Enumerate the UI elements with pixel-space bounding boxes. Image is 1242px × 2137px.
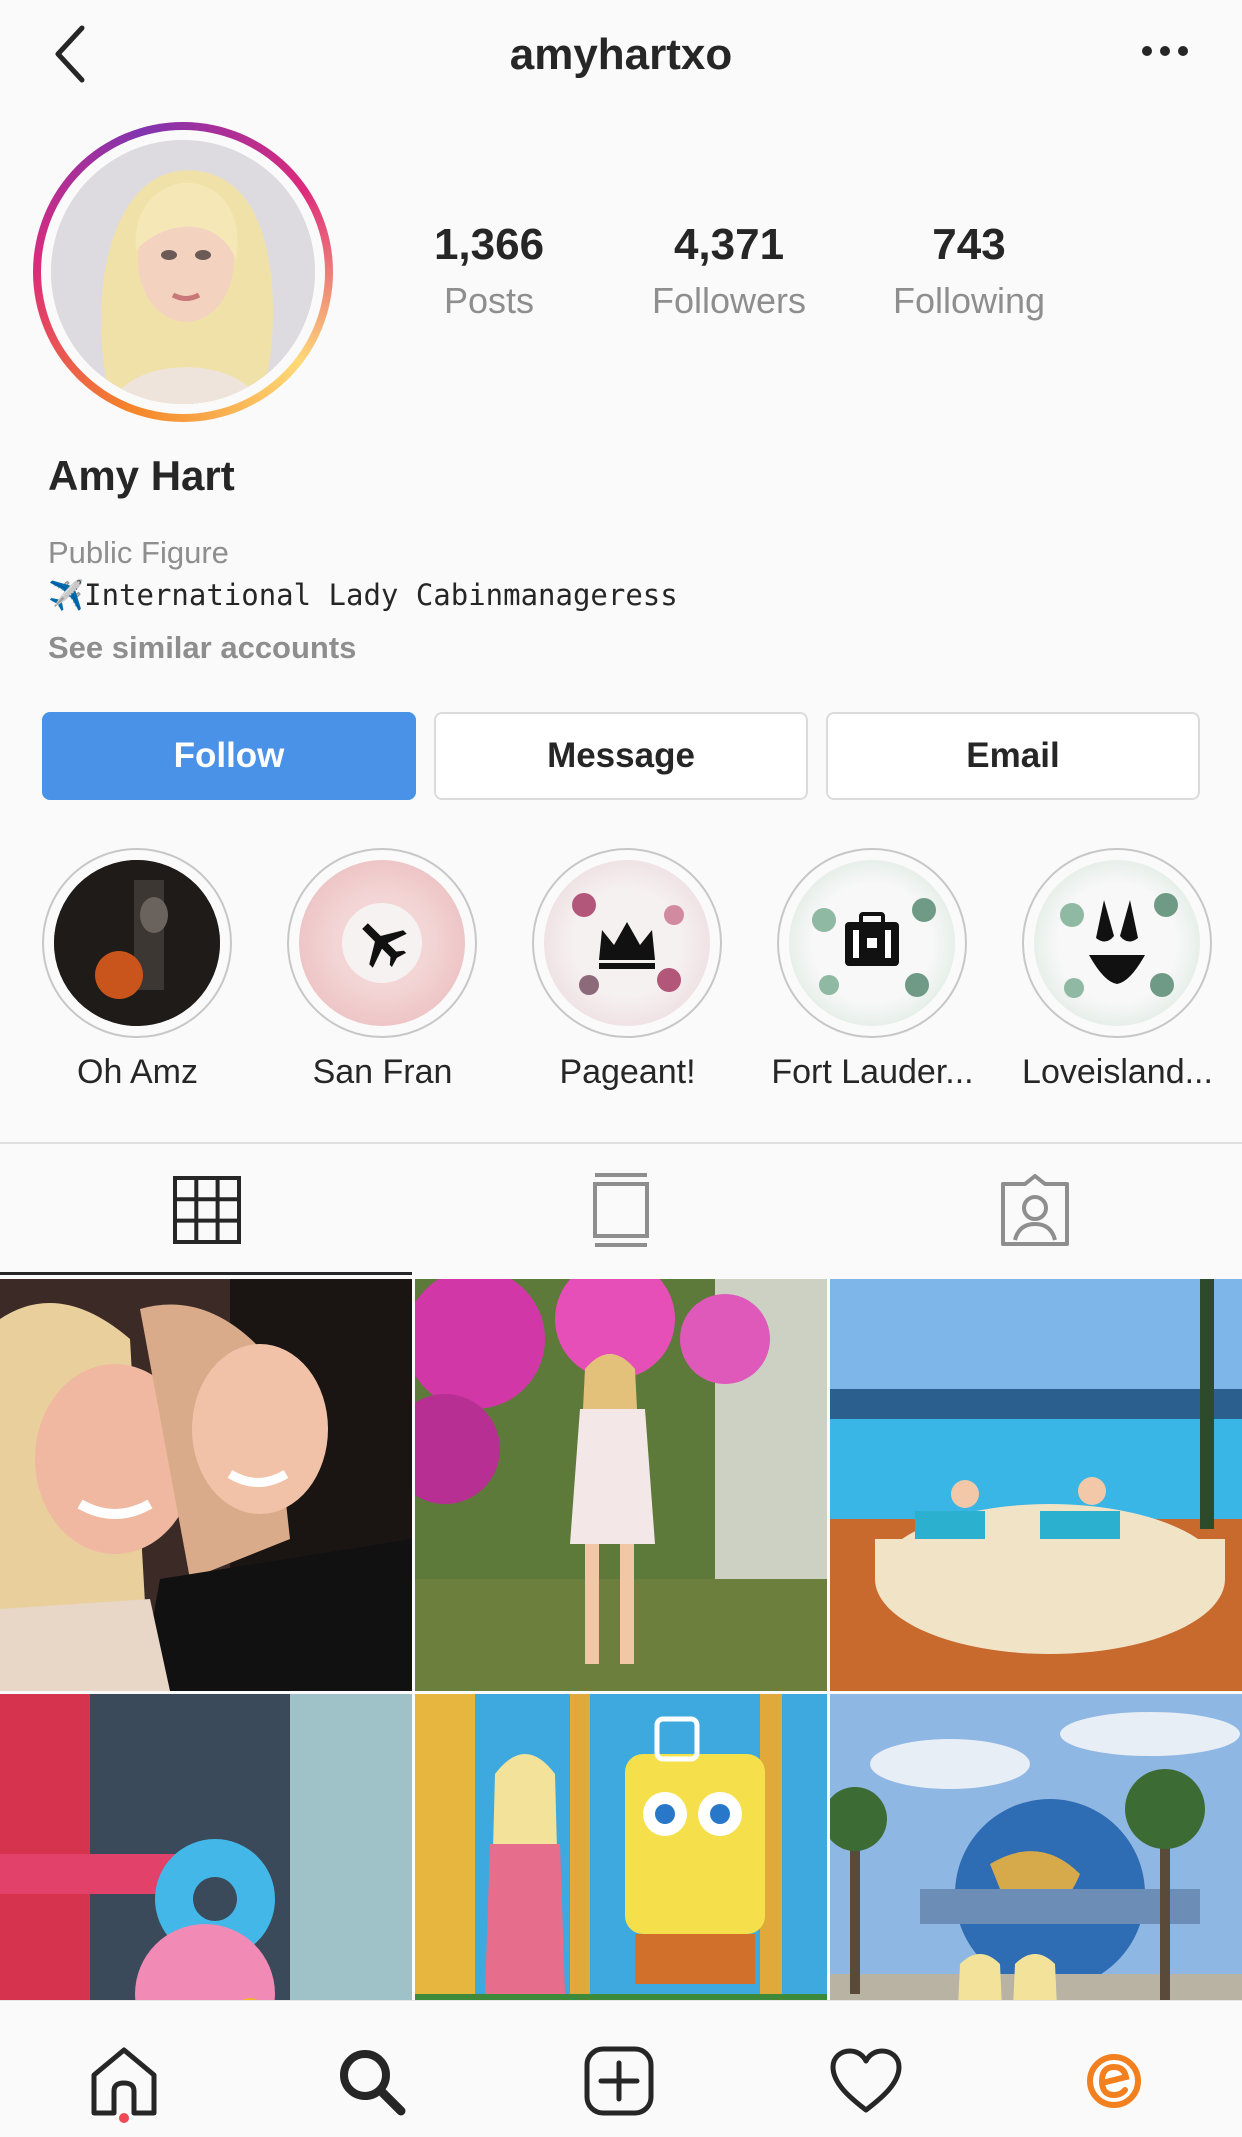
tab-grid[interactable] — [0, 1150, 414, 1270]
posts-label: Posts — [443, 280, 535, 321]
tab-feed[interactable] — [414, 1150, 828, 1270]
more-icon — [1142, 46, 1188, 56]
tagged-icon — [1001, 1174, 1069, 1246]
following-count: 743 — [932, 220, 1006, 269]
profile-username: amyhartxo — [509, 30, 733, 79]
see-similar-accounts-link[interactable]: See similar accounts — [48, 630, 356, 666]
avatar — [51, 140, 315, 404]
home-icon — [91, 2047, 157, 2116]
highlight-cover — [299, 860, 465, 1026]
highlight-label: Fort Lauder... — [771, 1053, 974, 1091]
divider — [0, 1142, 1242, 1144]
email-button[interactable]: Email — [826, 712, 1200, 800]
highlight-label: Loveisland... — [1022, 1053, 1213, 1091]
following-stat[interactable]: 743 Following — [869, 220, 1069, 322]
highlight-cover — [54, 860, 220, 1026]
search-icon — [340, 2050, 406, 2116]
posts-count: 1,366 — [433, 220, 545, 269]
highlight-cover — [544, 860, 710, 1026]
nav-profile[interactable] — [1069, 2036, 1159, 2126]
full-name: Amy Hart — [48, 452, 235, 499]
category-label: Public Figure — [48, 535, 229, 570]
message-button[interactable]: Message — [434, 712, 808, 800]
top-bar: amyhartxo — [0, 0, 1242, 110]
tab-tagged[interactable] — [828, 1150, 1242, 1270]
active-tab-indicator — [0, 1272, 412, 1275]
highlight-label: Oh Amz — [77, 1053, 198, 1091]
feed-icon — [593, 1173, 649, 1247]
followers-stat[interactable]: 4,371 Followers — [629, 220, 829, 322]
heart-icon — [830, 2048, 902, 2113]
crown-icon — [599, 922, 655, 969]
bikini-icon — [1089, 900, 1145, 984]
highlight-label: San Fran — [312, 1053, 453, 1091]
suitcase-icon — [845, 912, 899, 966]
grid-post[interactable] — [830, 1279, 1242, 1691]
grid-post[interactable] — [415, 1279, 827, 1691]
nav-new-post[interactable] — [574, 2036, 664, 2126]
add-icon — [584, 2046, 654, 2116]
bio-text: ✈️International Lady Cabinmanageress — [48, 578, 678, 612]
profile-icon — [1087, 2054, 1141, 2108]
more-options-button[interactable] — [1140, 36, 1190, 66]
followers-label: Followers — [651, 280, 807, 321]
follow-button[interactable]: Follow — [42, 712, 416, 800]
nav-activity[interactable] — [821, 2036, 911, 2126]
highlight-cover — [789, 860, 955, 1026]
followers-count: 4,371 — [673, 220, 785, 269]
story-ring[interactable] — [33, 122, 333, 422]
highlight-cover — [1034, 860, 1200, 1026]
nav-search[interactable] — [326, 2036, 416, 2126]
notification-dot — [119, 2113, 129, 2123]
highlight-label: Pageant! — [559, 1053, 696, 1091]
following-label: Following — [892, 280, 1046, 321]
grid-icon — [173, 1176, 241, 1244]
grid-post[interactable] — [0, 1279, 412, 1691]
posts-stat: 1,366 Posts — [389, 220, 589, 322]
